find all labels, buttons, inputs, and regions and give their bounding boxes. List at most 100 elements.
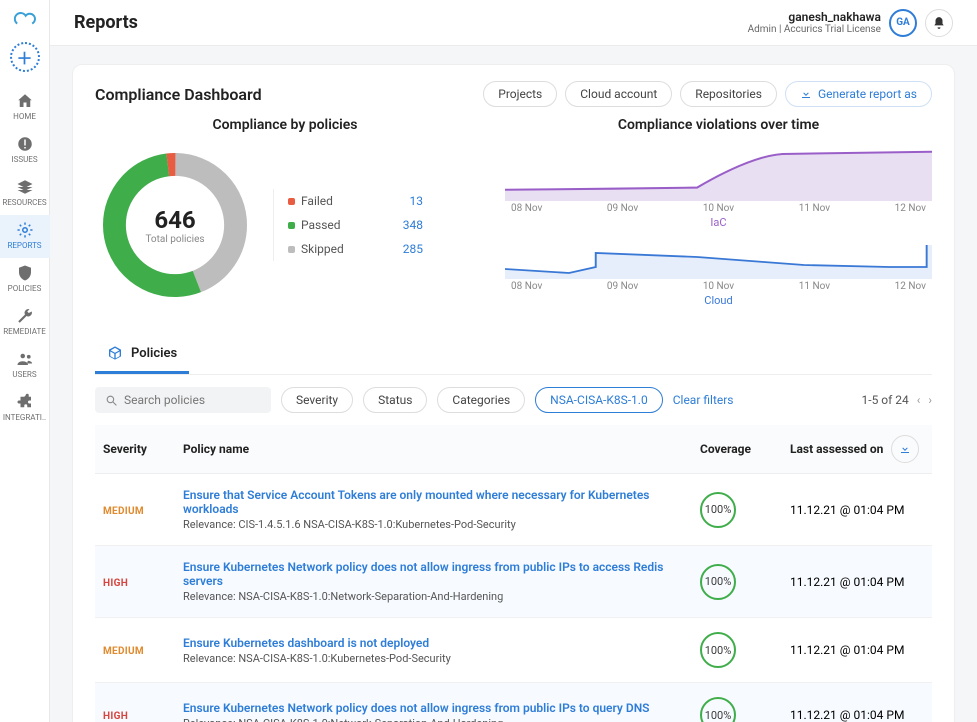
search-icon bbox=[105, 394, 118, 407]
wrench-icon bbox=[16, 307, 34, 325]
dashboard-header: Compliance Dashboard Projects Cloud acco… bbox=[95, 81, 932, 107]
iac-spark-chart bbox=[505, 145, 932, 201]
user-avatar[interactable]: GA bbox=[889, 9, 917, 37]
donut-total-label: Total policies bbox=[145, 234, 204, 245]
pager-text: 1-5 of 24 bbox=[862, 393, 909, 407]
policy-relevance: Relevance: NSA-CISA-K8S-1.0:Network-Sepa… bbox=[183, 590, 684, 603]
cloud-account-button[interactable]: Cloud account bbox=[565, 81, 672, 107]
policy-relevance: Relevance: NSA-CISA-K8S-1.0:Kubernetes-P… bbox=[183, 652, 684, 665]
severity-badge: HIGH bbox=[103, 711, 128, 722]
donut-chart: 646 Total policies bbox=[95, 145, 255, 305]
col-name: Policy name bbox=[175, 425, 692, 474]
filter-categories[interactable]: Categories bbox=[437, 387, 525, 413]
cloud-xaxis: 08 Nov09 Nov10 Nov11 Nov12 Nov bbox=[505, 281, 932, 292]
cube-icon bbox=[107, 345, 123, 361]
assessed-cell: 11.12.21 @ 01:04 PM bbox=[782, 683, 932, 722]
filter-severity[interactable]: Severity bbox=[281, 387, 353, 413]
assessed-cell: 11.12.21 @ 01:04 PM bbox=[782, 618, 932, 683]
user-name: ganesh_nakhawa bbox=[788, 10, 881, 24]
table-row: MEDIUM Ensure Kubernetes dashboard is not… bbox=[95, 618, 932, 683]
policy-name-link[interactable]: Ensure Kubernetes dashboard is not deplo… bbox=[183, 636, 684, 650]
pager: 1-5 of 24 ‹ › bbox=[862, 393, 932, 407]
generate-report-button[interactable]: Generate report as bbox=[785, 81, 932, 107]
coverage-badge: 100% bbox=[700, 632, 736, 668]
iac-xaxis: 08 Nov09 Nov10 Nov11 Nov12 Nov bbox=[505, 203, 932, 214]
assessed-cell: 11.12.21 @ 01:04 PM bbox=[782, 546, 932, 618]
policy-name-link[interactable]: Ensure Kubernetes Network policy does no… bbox=[183, 701, 684, 715]
nav-integrations[interactable]: INTEGRATI.. bbox=[0, 387, 50, 430]
iac-label: IaC bbox=[505, 216, 932, 229]
notifications-button[interactable] bbox=[925, 9, 953, 37]
main-area: Reports ganesh_nakhawa Admin | Accurics … bbox=[50, 0, 977, 722]
alert-icon bbox=[16, 135, 34, 153]
policy-relevance: Relevance: CIS-1.4.5.1.6 NSA-CISA-K8S-1.… bbox=[183, 518, 684, 531]
nav-users[interactable]: USERS bbox=[0, 344, 50, 387]
brand-logo-icon bbox=[12, 8, 38, 30]
gear-icon bbox=[16, 221, 34, 239]
user-role: Admin | Accurics Trial License bbox=[748, 24, 881, 35]
nav-remediate[interactable]: REMEDIATE bbox=[0, 301, 50, 344]
tab-policies[interactable]: Policies bbox=[95, 337, 189, 374]
severity-badge: MEDIUM bbox=[103, 506, 144, 517]
pager-prev[interactable]: ‹ bbox=[917, 393, 921, 407]
search-input[interactable]: Search policies bbox=[95, 387, 271, 413]
top-bar: Reports ganesh_nakhawa Admin | Accurics … bbox=[50, 0, 977, 46]
bell-icon bbox=[932, 16, 946, 30]
comp-policies-title: Compliance by policies bbox=[95, 117, 475, 133]
legend-failed: Failed13 bbox=[288, 189, 423, 213]
nav-policies[interactable]: POLICIES bbox=[0, 258, 50, 301]
nav-reports[interactable]: REPORTS bbox=[0, 215, 50, 258]
legend-skipped: Skipped285 bbox=[288, 237, 423, 261]
layers-icon bbox=[16, 178, 34, 196]
clear-filters-link[interactable]: Clear filters bbox=[673, 393, 734, 407]
col-coverage: Coverage bbox=[692, 425, 782, 474]
download-column-button[interactable] bbox=[891, 435, 919, 463]
user-info: ganesh_nakhawa Admin | Accurics Trial Li… bbox=[748, 10, 881, 35]
donut-legend: Failed13 Passed348 Skipped285 bbox=[273, 189, 423, 261]
home-icon bbox=[16, 92, 34, 110]
page-title: Reports bbox=[74, 12, 138, 33]
download-icon bbox=[800, 88, 812, 100]
repositories-button[interactable]: Repositories bbox=[680, 81, 777, 107]
policy-name-link[interactable]: Ensure Kubernetes Network policy does no… bbox=[183, 560, 684, 588]
filter-row: Search policies Severity Status Categori… bbox=[95, 375, 932, 425]
pager-next[interactable]: › bbox=[928, 393, 932, 407]
puzzle-icon bbox=[16, 393, 34, 411]
projects-button[interactable]: Projects bbox=[483, 81, 557, 107]
filter-active-standard[interactable]: NSA-CISA-K8S-1.0 bbox=[535, 387, 663, 413]
nav-issues[interactable]: ISSUES bbox=[0, 129, 50, 172]
search-placeholder: Search policies bbox=[124, 393, 205, 407]
nav-home[interactable]: HOME bbox=[0, 86, 50, 129]
policy-relevance: Relevance: NSA-CISA-K8S-1.0:Network-Sepa… bbox=[183, 717, 684, 722]
violations-title: Compliance violations over time bbox=[505, 117, 932, 133]
severity-badge: MEDIUM bbox=[103, 646, 144, 657]
users-icon bbox=[16, 350, 34, 368]
col-severity: Severity bbox=[95, 425, 175, 474]
nav-resources[interactable]: RESOURCES bbox=[0, 172, 50, 215]
cloud-label: Cloud bbox=[505, 294, 932, 307]
left-nav-rail: ＋ HOME ISSUES RESOURCES REPORTS POLICIES… bbox=[0, 0, 50, 722]
dashboard-title: Compliance Dashboard bbox=[95, 85, 262, 104]
table-row: MEDIUM Ensure that Service Account Tokens… bbox=[95, 474, 932, 546]
compliance-by-policies-card: Compliance by policies bbox=[95, 117, 475, 317]
policy-name-link[interactable]: Ensure that Service Account Tokens are o… bbox=[183, 488, 684, 516]
cloud-spark-chart bbox=[505, 239, 932, 279]
section-tabs: Policies bbox=[95, 337, 932, 375]
table-row: HIGH Ensure Kubernetes Network policy doe… bbox=[95, 683, 932, 722]
filter-status[interactable]: Status bbox=[363, 387, 427, 413]
policies-table: Severity Policy name Coverage Last asses… bbox=[95, 425, 932, 722]
content-scroll: Compliance Dashboard Projects Cloud acco… bbox=[50, 46, 977, 722]
coverage-badge: 100% bbox=[700, 564, 736, 600]
legend-passed: Passed348 bbox=[288, 213, 423, 237]
add-button[interactable]: ＋ bbox=[10, 42, 40, 72]
table-row: HIGHEnsure Kubernetes Network policy doe… bbox=[95, 546, 932, 618]
assessed-cell: 11.12.21 @ 01:04 PM bbox=[782, 474, 932, 546]
violations-over-time-card: Compliance violations over time 08 Nov09… bbox=[505, 117, 932, 317]
coverage-badge: 100% bbox=[700, 697, 736, 722]
shield-icon bbox=[16, 264, 34, 282]
dashboard-panel: Compliance Dashboard Projects Cloud acco… bbox=[72, 64, 955, 722]
col-assessed: Last assessed on bbox=[782, 425, 932, 474]
donut-total: 646 bbox=[154, 206, 195, 234]
coverage-badge: 100% bbox=[700, 492, 736, 528]
download-icon bbox=[899, 443, 911, 455]
